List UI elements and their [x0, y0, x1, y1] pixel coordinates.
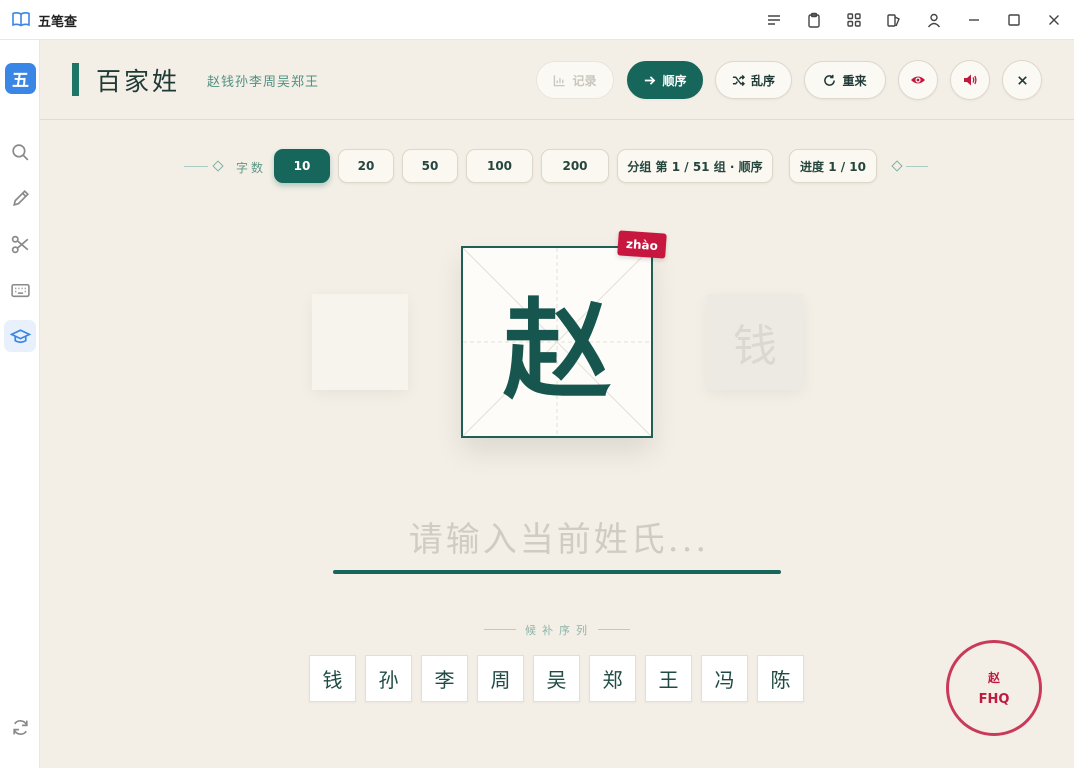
progress-indicator: 进度 1 / 10 — [789, 149, 877, 183]
shuffle-label: 乱序 — [750, 73, 775, 88]
user-icon[interactable] — [923, 9, 945, 31]
count-option-50[interactable]: 50 — [402, 149, 458, 183]
sequence-char: 冯 — [701, 655, 748, 702]
shuffle-button[interactable]: 乱序 — [715, 61, 792, 99]
sequence-char: 吴 — [533, 655, 580, 702]
record-label: 记录 — [572, 73, 597, 88]
speaker-icon — [962, 72, 978, 88]
row-decoration-right — [906, 166, 928, 167]
sequential-button[interactable]: 顺序 — [627, 61, 703, 99]
arrow-right-icon — [643, 74, 656, 87]
count-option-100[interactable]: 100 — [466, 149, 533, 183]
sidebar-item-sync[interactable] — [4, 711, 36, 743]
page-subtitle: 赵钱孙李周吴郑王 — [207, 75, 320, 90]
sequence-char: 周 — [477, 655, 524, 702]
eye-icon — [910, 72, 926, 88]
scissors-icon — [10, 234, 31, 255]
sequence-line-right — [598, 629, 630, 630]
current-char-card: 赵 — [461, 246, 653, 438]
sidebar: 五 — [0, 40, 40, 768]
sequence-char: 郑 — [589, 655, 636, 702]
theme-icon[interactable] — [883, 9, 905, 31]
sequence-char: 陈 — [757, 655, 804, 702]
search-icon — [10, 142, 31, 163]
close-icon — [1016, 74, 1029, 87]
record-button[interactable]: 记录 — [536, 61, 614, 99]
window-title: 五笔查 — [38, 15, 78, 30]
sidebar-item-edit[interactable] — [4, 182, 36, 214]
title-accent-bar — [72, 63, 79, 96]
diamond-icon — [891, 160, 903, 172]
header-divider — [40, 119, 1074, 120]
row-decoration-left — [184, 166, 208, 167]
sidebar-item-split[interactable] — [4, 228, 36, 260]
wubi-code-stamp: 赵 FHQ — [946, 640, 1042, 736]
restart-label: 重来 — [842, 73, 867, 88]
grid-apps-icon[interactable] — [843, 9, 865, 31]
page-title: 百家姓 — [96, 67, 181, 96]
sequence-char: 王 — [645, 655, 692, 702]
sidebar-item-search[interactable] — [4, 136, 36, 168]
input-underline — [333, 570, 781, 574]
close-practice-button[interactable] — [1002, 60, 1042, 100]
minimize-icon[interactable] — [963, 9, 985, 31]
graduation-cap-icon — [9, 326, 31, 347]
stamp-char: 赵 — [987, 671, 1000, 685]
sidebar-item-keyboard[interactable] — [4, 274, 36, 306]
keyboard-icon — [10, 280, 31, 301]
clipboard-icon[interactable] — [803, 9, 825, 31]
sidebar-item-learn[interactable] — [4, 320, 36, 352]
previous-char-card — [312, 294, 408, 390]
menu-lines-icon[interactable] — [763, 9, 785, 31]
count-option-200[interactable]: 200 — [541, 149, 609, 183]
current-character: 赵 — [502, 288, 611, 414]
pinyin-tag: zhào — [617, 230, 667, 259]
pronounce-button[interactable] — [950, 60, 990, 100]
pencil-icon — [10, 188, 31, 209]
stamp-code: FHQ — [978, 692, 1010, 707]
shuffle-icon — [732, 74, 745, 87]
group-info-button[interactable]: 分组 第 1 / 51 组 · 顺序 — [617, 149, 773, 183]
bar-chart-icon — [553, 74, 566, 87]
title-bar: 五笔查 — [0, 0, 1074, 40]
sequence-char: 孙 — [365, 655, 412, 702]
restart-button[interactable]: 重来 — [804, 61, 886, 99]
count-option-20[interactable]: 20 — [338, 149, 394, 183]
rotate-icon — [823, 74, 836, 87]
surname-input[interactable] — [334, 512, 784, 568]
refresh-icon — [10, 717, 31, 738]
sequence-char: 李 — [421, 655, 468, 702]
diamond-icon — [212, 160, 224, 172]
toggle-visibility-button[interactable] — [898, 60, 938, 100]
maximize-icon[interactable] — [1003, 9, 1025, 31]
close-window-icon[interactable] — [1043, 9, 1065, 31]
sequence-line-left — [484, 629, 516, 630]
count-option-10[interactable]: 10 — [274, 149, 330, 183]
count-label: 字数 — [236, 161, 267, 175]
next-char-card: 钱 — [707, 294, 803, 390]
sequence-char: 钱 — [309, 655, 356, 702]
book-icon — [12, 11, 30, 27]
sequence-label: 候补序列 — [525, 624, 593, 637]
app-logo[interactable]: 五 — [5, 63, 36, 94]
sequential-label: 顺序 — [662, 73, 687, 88]
